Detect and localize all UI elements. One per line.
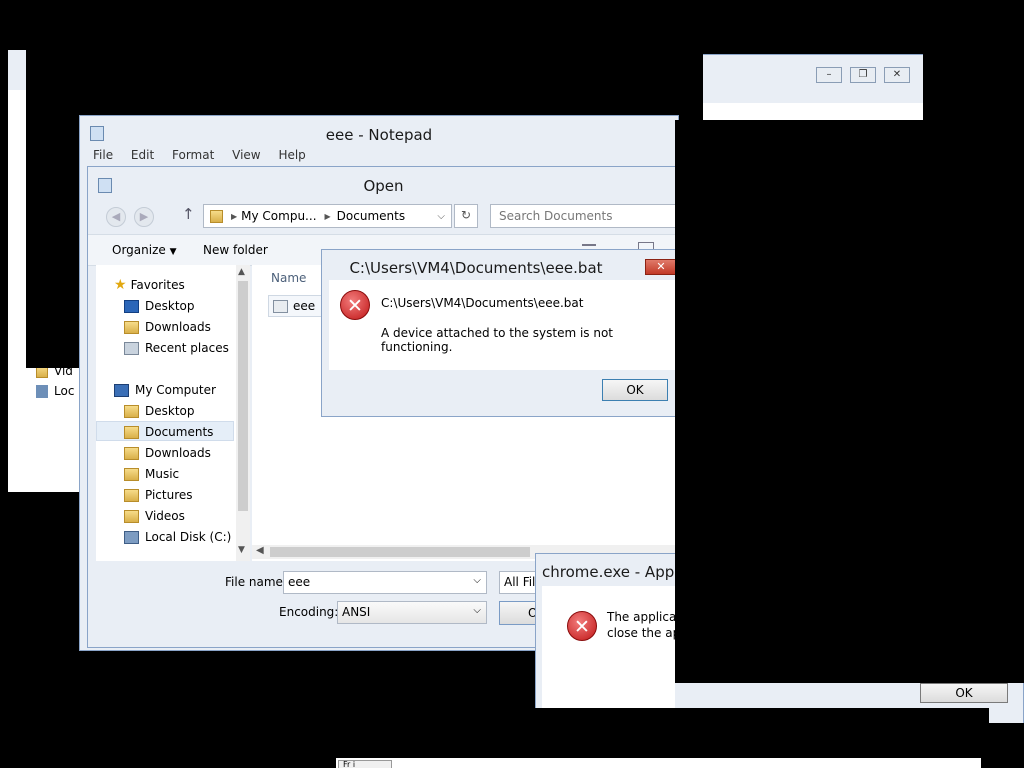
bottom-partial-tab[interactable]: Fr i (338, 760, 392, 768)
breadcrumb-documents[interactable]: Documents (337, 209, 405, 223)
tree-favorites[interactable]: ★ Favorites (114, 275, 185, 295)
black-strip-bottom (535, 708, 989, 724)
error-message: A device attached to the system is not f… (381, 326, 614, 354)
address-bar[interactable]: ▶ My Compu... ▶ Documents ⌵ (203, 204, 452, 228)
encoding-select[interactable]: ANSI ⌵ (337, 601, 487, 624)
recent-places-icon (124, 342, 139, 355)
notepad-menubar: File Edit Format View Help (93, 148, 320, 162)
tree-music[interactable]: Music (124, 464, 179, 484)
tree-my-computer[interactable]: My Computer (114, 380, 216, 400)
menu-view[interactable]: View (232, 148, 260, 162)
chrome-ok-button[interactable]: OK (920, 683, 1008, 703)
scroll-up-icon[interactable]: ▲ (238, 267, 245, 277)
black-occlusion (675, 120, 923, 683)
up-button[interactable]: ↑ (182, 205, 195, 223)
scroll-down-icon[interactable]: ▼ (238, 545, 245, 555)
hscroll-thumb[interactable] (270, 547, 530, 557)
error-ok-button[interactable]: OK (602, 379, 668, 401)
error-dialog-title: C:\Users\VM4\Documents\eee.bat (349, 259, 603, 277)
chevron-down-icon: ⌵ (473, 605, 481, 616)
tree-scrollbar[interactable]: ▲ ▼ (236, 265, 250, 561)
search-input[interactable]: Search Documents (490, 204, 680, 228)
downloads-folder-icon (124, 321, 139, 334)
forward-button[interactable]: ▶ (134, 207, 154, 227)
encoding-label: Encoding: (279, 605, 339, 619)
tree-downloads[interactable]: Downloads (124, 443, 211, 463)
chrome-dialog-line1: The applicati (607, 610, 685, 624)
drive-icon (36, 385, 48, 398)
scroll-thumb[interactable] (238, 281, 248, 511)
tree-videos[interactable]: Videos (124, 506, 185, 526)
close-icon[interactable]: ✕ (645, 259, 677, 275)
navigation-pane: ★ Favorites Desktop Downloads Recent plac… (96, 265, 250, 561)
chrome-dialog-title: chrome.exe - Applic (542, 563, 691, 581)
breadcrumb-my-computer[interactable]: My Compu... (241, 209, 316, 223)
error-path: C:\Users\VM4\Documents\eee.bat (381, 296, 584, 310)
new-folder-button[interactable]: New folder (203, 243, 268, 257)
tree-pictures[interactable]: Pictures (124, 485, 193, 505)
organize-button[interactable]: Organize ▼ (112, 243, 177, 257)
refresh-icon[interactable]: ↻ (454, 204, 478, 228)
tree-desktop[interactable]: Desktop (124, 401, 195, 421)
menu-edit[interactable]: Edit (131, 148, 154, 162)
batch-file-icon (273, 300, 288, 313)
tree-fav-downloads[interactable]: Downloads (124, 317, 211, 337)
desktop-icon (124, 300, 139, 313)
open-dialog-title: Open (363, 177, 404, 195)
black-overlay-left (26, 50, 82, 368)
error-icon: ✕ (340, 290, 370, 320)
error-dialog: C:\Users\VM4\Documents\eee.bat ✕ ✕ C:\Us… (321, 249, 681, 417)
menu-help[interactable]: Help (278, 148, 305, 162)
pictures-folder-icon (124, 489, 139, 502)
scroll-left-icon[interactable]: ◀ (256, 545, 264, 556)
tree-documents[interactable]: Documents (124, 422, 213, 442)
background-item-local[interactable]: Loc (36, 382, 74, 400)
close-icon[interactable]: ✕ (884, 67, 910, 83)
bottom-partial-window: Fr i (336, 758, 981, 768)
videos-folder-icon (124, 510, 139, 523)
breadcrumb-sep-icon: ▶ (324, 211, 331, 221)
minimize-icon[interactable]: – (816, 67, 842, 83)
file-name-input[interactable]: eee ⌵ (283, 571, 487, 594)
menu-file[interactable]: File (93, 148, 113, 162)
notepad-title: eee - Notepad (325, 126, 433, 144)
file-name-label: File name: (225, 575, 287, 589)
folder-icon (124, 405, 139, 418)
tree-fav-recent[interactable]: Recent places (124, 338, 229, 358)
star-icon: ★ (114, 277, 127, 293)
chrome-dialog-body: ✕ The applicati close the app (542, 586, 696, 710)
file-item-eee[interactable]: eee (268, 295, 324, 317)
error-icon: ✕ (567, 611, 597, 641)
chevron-down-icon[interactable]: ⌵ (473, 575, 481, 586)
error-dialog-body: ✕ C:\Users\VM4\Documents\eee.bat A devic… (329, 280, 681, 370)
tree-fav-desktop[interactable]: Desktop (124, 296, 195, 316)
restore-icon[interactable]: ❐ (850, 67, 876, 83)
tree-local-disk[interactable]: Local Disk (C:) (124, 527, 231, 547)
breadcrumb-sep-icon: ▶ (231, 211, 238, 221)
computer-icon (114, 384, 129, 397)
folder-icon (210, 209, 223, 223)
menu-format[interactable]: Format (172, 148, 214, 162)
chevron-down-icon: ▼ (169, 247, 177, 257)
documents-folder-icon (124, 426, 139, 439)
music-folder-icon (124, 468, 139, 481)
chevron-down-icon[interactable]: ⌵ (437, 211, 445, 222)
downloads-folder-icon (124, 447, 139, 460)
chrome-error-dialog: chrome.exe - Applic ✕ The applicati clos… (535, 553, 696, 710)
back-button[interactable]: ◀ (106, 207, 126, 227)
drive-icon (124, 531, 139, 544)
